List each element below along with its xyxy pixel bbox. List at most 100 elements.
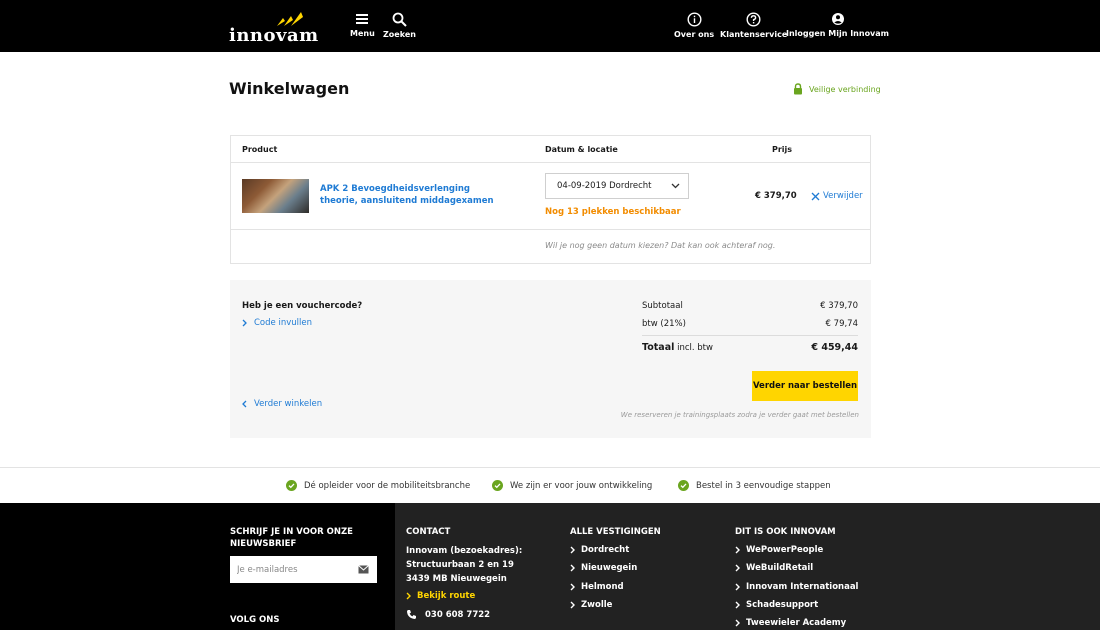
vat-row: btw (21%) € 79,74 [642,319,858,329]
check-circle-icon [492,480,503,491]
site-footer: Schrijf je in voor onze nieuwsbrief Volg… [0,503,1100,630]
continue-shopping-link[interactable]: Verder winkelen [242,399,322,409]
newsletter-form [230,556,377,583]
secure-connection: Veilige verbinding [793,83,881,95]
location-link[interactable]: Dordrecht [570,545,629,555]
check-circle-icon [678,480,689,491]
also-link[interactable]: Schadesupport [735,600,818,610]
chevron-right-icon [570,546,575,554]
location-label: Zwolle [581,600,613,610]
total-row: Totaal incl. btw € 459,44 [642,342,858,353]
location-label: Helmond [581,582,624,592]
usp-label: Bestel in 3 eenvoudige stappen [696,480,831,491]
total-value: € 459,44 [811,342,858,353]
chevron-right-icon [735,564,740,572]
cart-item-row: APK 2 Bevoegdheidsverlenging theorie, aa… [231,163,870,230]
date-later-note: Wil je nog geen datum kiezen? Dat kan oo… [545,241,776,250]
route-link[interactable]: Bekijk route [406,591,475,601]
continue-shopping-label: Verder winkelen [254,399,323,409]
usp-label: We zijn er voor jouw ontwikkeling [510,480,653,491]
reserve-note: We reserveren je trainingsplaats zodra j… [620,411,859,419]
usp-bar: Dé opleider voor de mobiliteitsbranche W… [0,467,1100,503]
usp-item: Dé opleider voor de mobiliteitsbranche [286,480,470,491]
also-label: WePowerPeople [746,545,824,555]
contact-street: Structuurbaan 2 en 19 [406,560,514,570]
also-link[interactable]: Tweewieler Academy [735,618,846,628]
location-label: Dordrecht [581,545,630,555]
customer-service-label: Klantenservice [720,30,788,39]
check-circle-icon [286,480,297,491]
continue-to-order-button[interactable]: Verder naar bestellen [752,371,858,401]
location-label: Nieuwegein [581,563,638,573]
also-label: Schadesupport [746,600,819,610]
contact-name: Innovam (bezoekadres): [406,546,523,556]
search-button[interactable]: Zoeken [383,12,416,39]
also-link[interactable]: WePowerPeople [735,545,823,555]
subtotal-label: Subtotaal [642,301,683,311]
also-link[interactable]: WeBuildRetail [735,563,813,573]
selected-date-location: 04-09-2019 Dordrecht [557,181,652,191]
phone-link[interactable]: 030 608 7722 [406,609,490,620]
newsletter-title: Schrijf je in voor onze nieuwsbrief [230,527,353,549]
location-link[interactable]: Nieuwegein [570,563,637,573]
remove-item-button[interactable]: Verwijder [811,191,863,201]
chevron-right-icon [406,592,411,600]
chevron-right-icon [735,619,740,627]
column-product: Product [242,145,278,154]
site-header: innovam Menu Zoeken Over ons Klantenserv… [0,0,1100,52]
date-location-select[interactable]: 04-09-2019 Dordrecht [545,173,689,199]
voucher-question: Heb je een vouchercode? [242,301,363,311]
cart-header-row: Product Datum & locatie Prijs [231,136,870,163]
email-input[interactable] [230,556,350,583]
chevron-right-icon [570,583,575,591]
login-button[interactable]: Inloggen Mijn Innovam [786,12,889,38]
subtotal-row: Subtotaal € 379,70 [642,301,858,311]
voucher-code-link[interactable]: Code invullen [242,318,312,328]
phone-icon [407,610,416,619]
column-date-location: Datum & locatie [545,145,618,154]
hamburger-icon [356,14,369,24]
contact-city: 3439 MB Nieuwegein [406,574,507,584]
page-title: Winkelwagen [229,79,350,98]
chevron-right-icon [242,319,247,327]
also-label: Tweewieler Academy [746,618,847,628]
chevron-right-icon [570,564,575,572]
search-icon [392,12,407,27]
item-price: € 379,70 [755,191,797,201]
vat-value: € 79,74 [825,319,858,329]
voucher-link-label: Code invullen [254,318,312,328]
mail-icon[interactable] [358,565,369,574]
column-price: Prijs [772,145,793,154]
subtotal-value: € 379,70 [820,301,858,311]
chevron-left-icon [242,400,247,408]
total-label: Totaal [642,342,675,353]
chevron-right-icon [735,583,740,591]
close-icon [811,192,820,200]
chevron-right-icon [735,546,740,554]
about-label: Over ons [674,30,715,39]
availability-text: Nog 13 plekken beschikbaar [545,207,681,217]
about-button[interactable]: Over ons [674,12,714,39]
order-summary: Heb je een vouchercode? Code invullen Su… [230,280,871,438]
remove-label: Verwijder [823,191,863,201]
customer-service-button[interactable]: Klantenservice [720,12,787,39]
contact-title: Contact [406,527,451,537]
innovam-logo[interactable]: innovam [229,12,318,46]
info-icon [687,12,702,27]
product-thumbnail [242,179,309,213]
chevron-right-icon [735,601,740,609]
follow-title: Volg ons [230,615,280,625]
location-link[interactable]: Helmond [570,582,624,592]
also-label: Innovam Internationaal [746,582,859,592]
usp-item: We zijn er voor jouw ontwikkeling [492,480,652,491]
also-link[interactable]: Innovam Internationaal [735,582,858,592]
search-label: Zoeken [383,30,416,39]
location-link[interactable]: Zwolle [570,600,612,610]
phone-number: 030 608 7722 [425,609,491,620]
usp-label: Dé opleider voor de mobiliteitsbranche [304,480,471,491]
logo-wordmark: innovam [229,25,319,46]
menu-button[interactable]: Menu [350,12,375,38]
product-name-link[interactable]: APK 2 Bevoegdheidsverlenging theorie, aa… [320,183,510,207]
lock-icon [794,83,802,95]
chevron-right-icon [570,601,575,609]
